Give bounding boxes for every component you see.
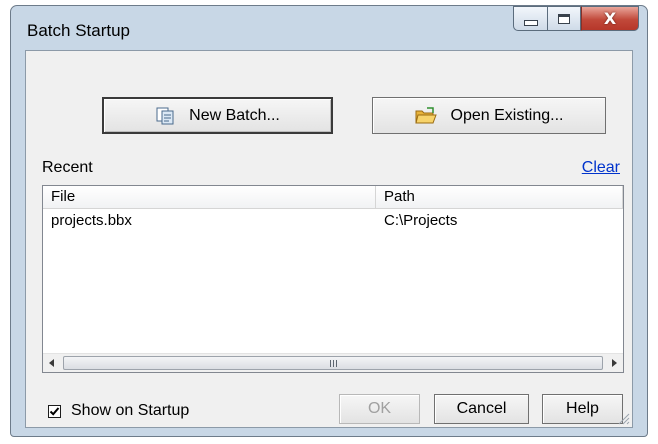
checkmark-icon [49,406,60,416]
scroll-left-button[interactable] [43,354,61,372]
new-batch-icon [155,107,175,125]
file-cell: projects.bbx [51,212,132,229]
scroll-right-icon [612,359,617,367]
recent-label: Recent [42,159,93,176]
path-cell: C:\Projects [384,212,458,229]
column-header-file[interactable]: File [43,186,376,208]
ok-button[interactable]: OK [339,394,420,424]
open-folder-icon [414,106,437,125]
list-header: File Path [43,186,623,209]
show-on-startup-option[interactable]: Show on Startup [48,402,189,420]
recent-files-list[interactable]: File Path projects.bbx C:\Projects [42,185,624,373]
horizontal-scrollbar[interactable] [43,353,623,372]
window-title: Batch Startup [27,21,131,40]
new-batch-label: New Batch... [189,106,280,124]
minimize-button[interactable] [513,6,547,31]
cancel-button[interactable]: Cancel [434,394,529,424]
new-batch-button[interactable]: New Batch... [102,97,333,134]
maximize-icon [558,13,570,24]
close-button[interactable]: X [581,6,639,31]
minimize-icon [523,19,538,26]
title-bar[interactable]: Batch Startup X [11,6,647,50]
scroll-right-button[interactable] [605,354,623,372]
resize-grip-icon[interactable] [616,411,630,425]
column-header-path[interactable]: Path [376,186,623,208]
caption-buttons: X [513,6,639,34]
help-button[interactable]: Help [542,394,623,424]
show-on-startup-label: Show on Startup [71,402,190,419]
ok-label: OK [367,400,392,417]
scroll-thumb[interactable] [63,356,603,370]
open-existing-button[interactable]: Open Existing... [372,97,606,134]
scroll-left-icon [49,359,54,367]
maximize-button[interactable] [547,6,581,31]
clear-link[interactable]: Clear [582,159,620,177]
cancel-label: Cancel [456,400,507,417]
scroll-grip-icon [329,359,337,367]
show-on-startup-checkbox[interactable] [48,404,61,418]
dialog-client-area: New Batch... Open Existing... Recent Cle… [25,50,633,428]
table-row[interactable]: projects.bbx C:\Projects [43,212,623,232]
batch-startup-window: Batch Startup X New Batch... Open Existi… [10,5,648,437]
open-existing-label: Open Existing... [450,106,564,124]
help-label: Help [566,400,599,417]
close-icon: X [603,9,617,28]
